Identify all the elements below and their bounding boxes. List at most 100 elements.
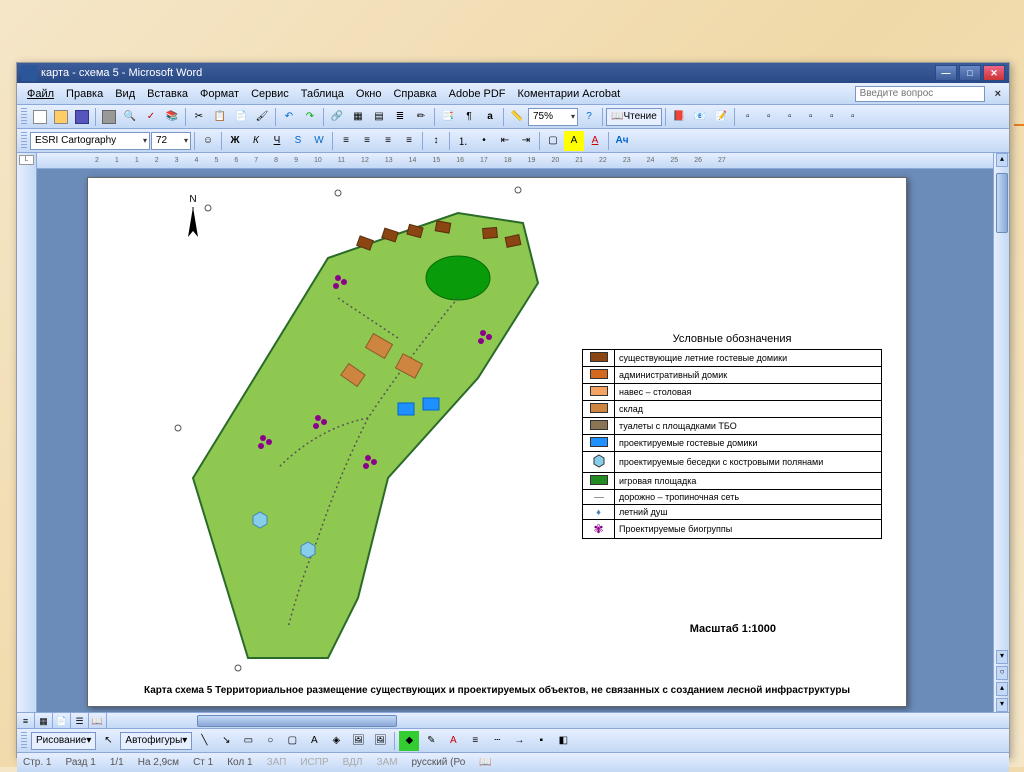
doc-map-button[interactable]: 📑	[438, 107, 458, 127]
diagram-button[interactable]: ◈	[326, 731, 346, 751]
misc4-button[interactable]: ▫	[801, 107, 821, 127]
excel-button[interactable]: ▤	[369, 107, 389, 127]
status-ovr[interactable]: ЗАМ	[376, 757, 397, 768]
menu-format[interactable]: Формат	[194, 86, 245, 102]
misc1-button[interactable]: ▫	[738, 107, 758, 127]
misc2-button[interactable]: ▫	[759, 107, 779, 127]
bulleted-list-button[interactable]: •	[474, 131, 494, 151]
status-trk[interactable]: ИСПР	[300, 757, 328, 768]
font-color-draw-button[interactable]: A	[443, 731, 463, 751]
reading-mode-button[interactable]: 📖 Чтение	[606, 108, 662, 126]
vertical-scrollbar[interactable]: ▴ ▾ ○ ▴ ▾	[993, 153, 1009, 712]
copy-button[interactable]: 📋	[210, 107, 230, 127]
pdf-email-button[interactable]: 📧	[690, 107, 710, 127]
menu-edit[interactable]: Правка	[60, 86, 109, 102]
font-color-button[interactable]: А	[585, 131, 605, 151]
zoom-combo[interactable]: 75%	[528, 108, 578, 126]
oval-tool-button[interactable]: ○	[260, 731, 280, 751]
format-painter-button[interactable]: 🖌	[252, 107, 272, 127]
shadow-style-button[interactable]: ▪	[531, 731, 551, 751]
cut-button[interactable]: ✂	[189, 107, 209, 127]
3d-style-button[interactable]: ◧	[553, 731, 573, 751]
pdf-review-button[interactable]: 📝	[711, 107, 731, 127]
horizontal-scrollbar[interactable]	[107, 713, 1009, 728]
pilcrow-button[interactable]: ¶	[459, 107, 479, 127]
menu-service[interactable]: Сервис	[245, 86, 295, 102]
arrow-style-button[interactable]: →	[509, 731, 529, 751]
menu-adobe[interactable]: Adobe PDF	[443, 86, 512, 102]
wordart-button[interactable]: W	[309, 131, 329, 151]
drawing-menu-button[interactable]: Рисование ▾	[31, 732, 96, 750]
status-ext[interactable]: ВДЛ	[343, 757, 363, 768]
ask-question-input[interactable]	[855, 86, 985, 102]
fill-color-button[interactable]: ◆	[399, 731, 419, 751]
columns-button[interactable]: ≣	[390, 107, 410, 127]
print-preview-button[interactable]: 🔍	[120, 107, 140, 127]
picture-button[interactable]: 🖼	[370, 731, 390, 751]
pdf-convert-button[interactable]: 📕	[669, 107, 689, 127]
minimize-button[interactable]: —	[935, 65, 957, 81]
line-color-button[interactable]: ✎	[421, 731, 441, 751]
increase-indent-button[interactable]: ⇥	[516, 131, 536, 151]
font-name-combo[interactable]: ESRI Cartography	[30, 132, 150, 150]
line-tool-button[interactable]: ╲	[194, 731, 214, 751]
reading-view-button[interactable]: 📖	[89, 713, 107, 729]
borders-button[interactable]: ▢	[543, 131, 563, 151]
hyperlink-button[interactable]: 🔗	[327, 107, 347, 127]
menu-view[interactable]: Вид	[109, 86, 141, 102]
justify-button[interactable]: ≡	[399, 131, 419, 151]
paste-button[interactable]: 📄	[231, 107, 251, 127]
lang-check-button[interactable]: Ач	[612, 131, 632, 151]
line-spacing-button[interactable]: ↕	[426, 131, 446, 151]
clipart-button[interactable]: 🖼	[348, 731, 368, 751]
maximize-button[interactable]: □	[959, 65, 981, 81]
menu-file[interactable]: Файл	[21, 86, 60, 102]
web-view-button[interactable]: ▦	[35, 713, 53, 729]
status-rec[interactable]: ЗАП	[267, 757, 287, 768]
menu-help[interactable]: Справка	[387, 86, 442, 102]
menu-insert[interactable]: Вставка	[141, 86, 194, 102]
misc6-button[interactable]: ▫	[843, 107, 863, 127]
misc5-button[interactable]: ▫	[822, 107, 842, 127]
autoshapes-button[interactable]: Автофигуры ▾	[120, 732, 192, 750]
table-button[interactable]: ▦	[348, 107, 368, 127]
dash-style-button[interactable]: ┄	[487, 731, 507, 751]
new-doc-button[interactable]	[30, 107, 50, 127]
menu-window[interactable]: Окно	[350, 86, 388, 102]
page-viewport[interactable]: N	[37, 169, 993, 712]
save-button[interactable]	[72, 107, 92, 127]
decrease-indent-button[interactable]: ⇤	[495, 131, 515, 151]
wordart-tool-button[interactable]: A	[304, 731, 324, 751]
ruler-toggle[interactable]: 📏	[507, 107, 527, 127]
align-center-button[interactable]: ≡	[357, 131, 377, 151]
arrow-tool-button[interactable]: ↘	[216, 731, 236, 751]
misc3-button[interactable]: ▫	[780, 107, 800, 127]
drawing-toggle-button[interactable]: ✏	[411, 107, 431, 127]
print-button[interactable]	[99, 107, 119, 127]
font-size-combo[interactable]: 72	[151, 132, 191, 150]
spellcheck-button[interactable]: ✓	[141, 107, 161, 127]
shadow-button[interactable]: S	[288, 131, 308, 151]
numbered-list-button[interactable]: ⒈	[453, 131, 473, 151]
research-button[interactable]: 📚	[162, 107, 182, 127]
menu-doc-close[interactable]: ×	[991, 88, 1005, 100]
rectangle-tool-button[interactable]: ▭	[238, 731, 258, 751]
normal-view-button[interactable]: ≡	[17, 713, 35, 729]
redo-button[interactable]: ↷	[300, 107, 320, 127]
menu-acrobat[interactable]: Коментарии Acrobat	[512, 86, 627, 102]
line-style-button[interactable]: ≡	[465, 731, 485, 751]
highlight-button[interactable]: А	[564, 131, 584, 151]
close-button[interactable]: ✕	[983, 65, 1005, 81]
align-left-button[interactable]: ≡	[336, 131, 356, 151]
menu-table[interactable]: Таблица	[295, 86, 350, 102]
outline-view-button[interactable]: ☰	[71, 713, 89, 729]
show-all-button[interactable]: a	[480, 107, 500, 127]
help-button[interactable]: ?	[579, 107, 599, 127]
print-view-button[interactable]: 📄	[53, 713, 71, 729]
open-button[interactable]	[51, 107, 71, 127]
bold-button[interactable]: Ж	[225, 131, 245, 151]
emoji-button[interactable]: ☺	[198, 131, 218, 151]
status-lang[interactable]: русский (Ро	[411, 757, 465, 768]
undo-button[interactable]: ↶	[279, 107, 299, 127]
align-right-button[interactable]: ≡	[378, 131, 398, 151]
